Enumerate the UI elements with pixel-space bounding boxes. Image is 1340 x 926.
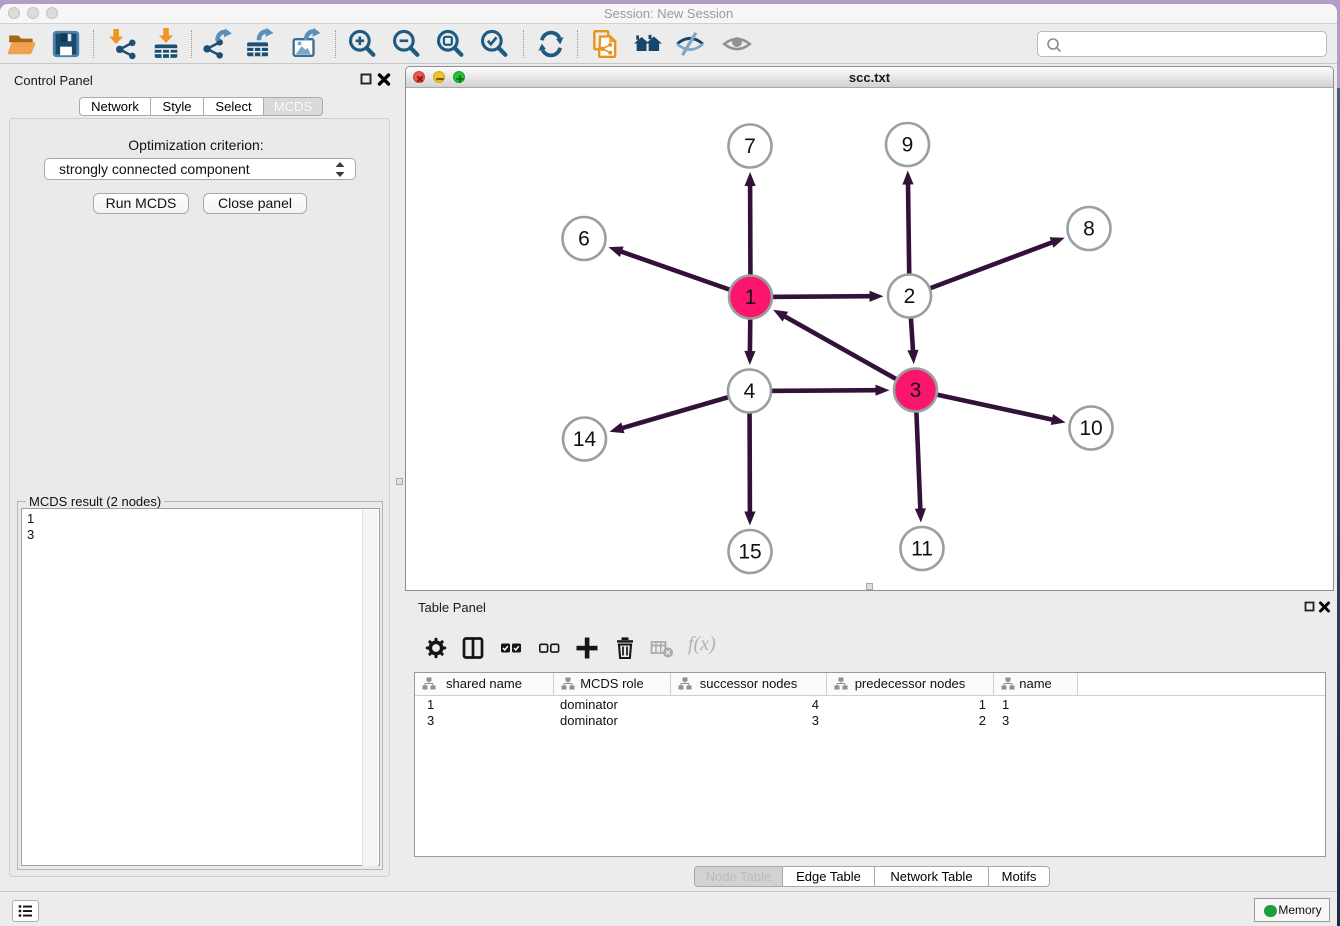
svg-text:2: 2 [904, 285, 916, 308]
svg-text:8: 8 [1083, 218, 1095, 241]
svg-text:10: 10 [1079, 417, 1102, 440]
svg-text:14: 14 [573, 428, 597, 451]
svg-text:1: 1 [745, 286, 757, 309]
svg-text:11: 11 [911, 538, 933, 561]
svg-text:3: 3 [910, 379, 922, 402]
svg-text:7: 7 [744, 135, 756, 158]
svg-text:4: 4 [744, 380, 756, 403]
svg-text:15: 15 [738, 541, 761, 564]
svg-text:6: 6 [578, 228, 590, 251]
svg-text:9: 9 [902, 134, 914, 157]
